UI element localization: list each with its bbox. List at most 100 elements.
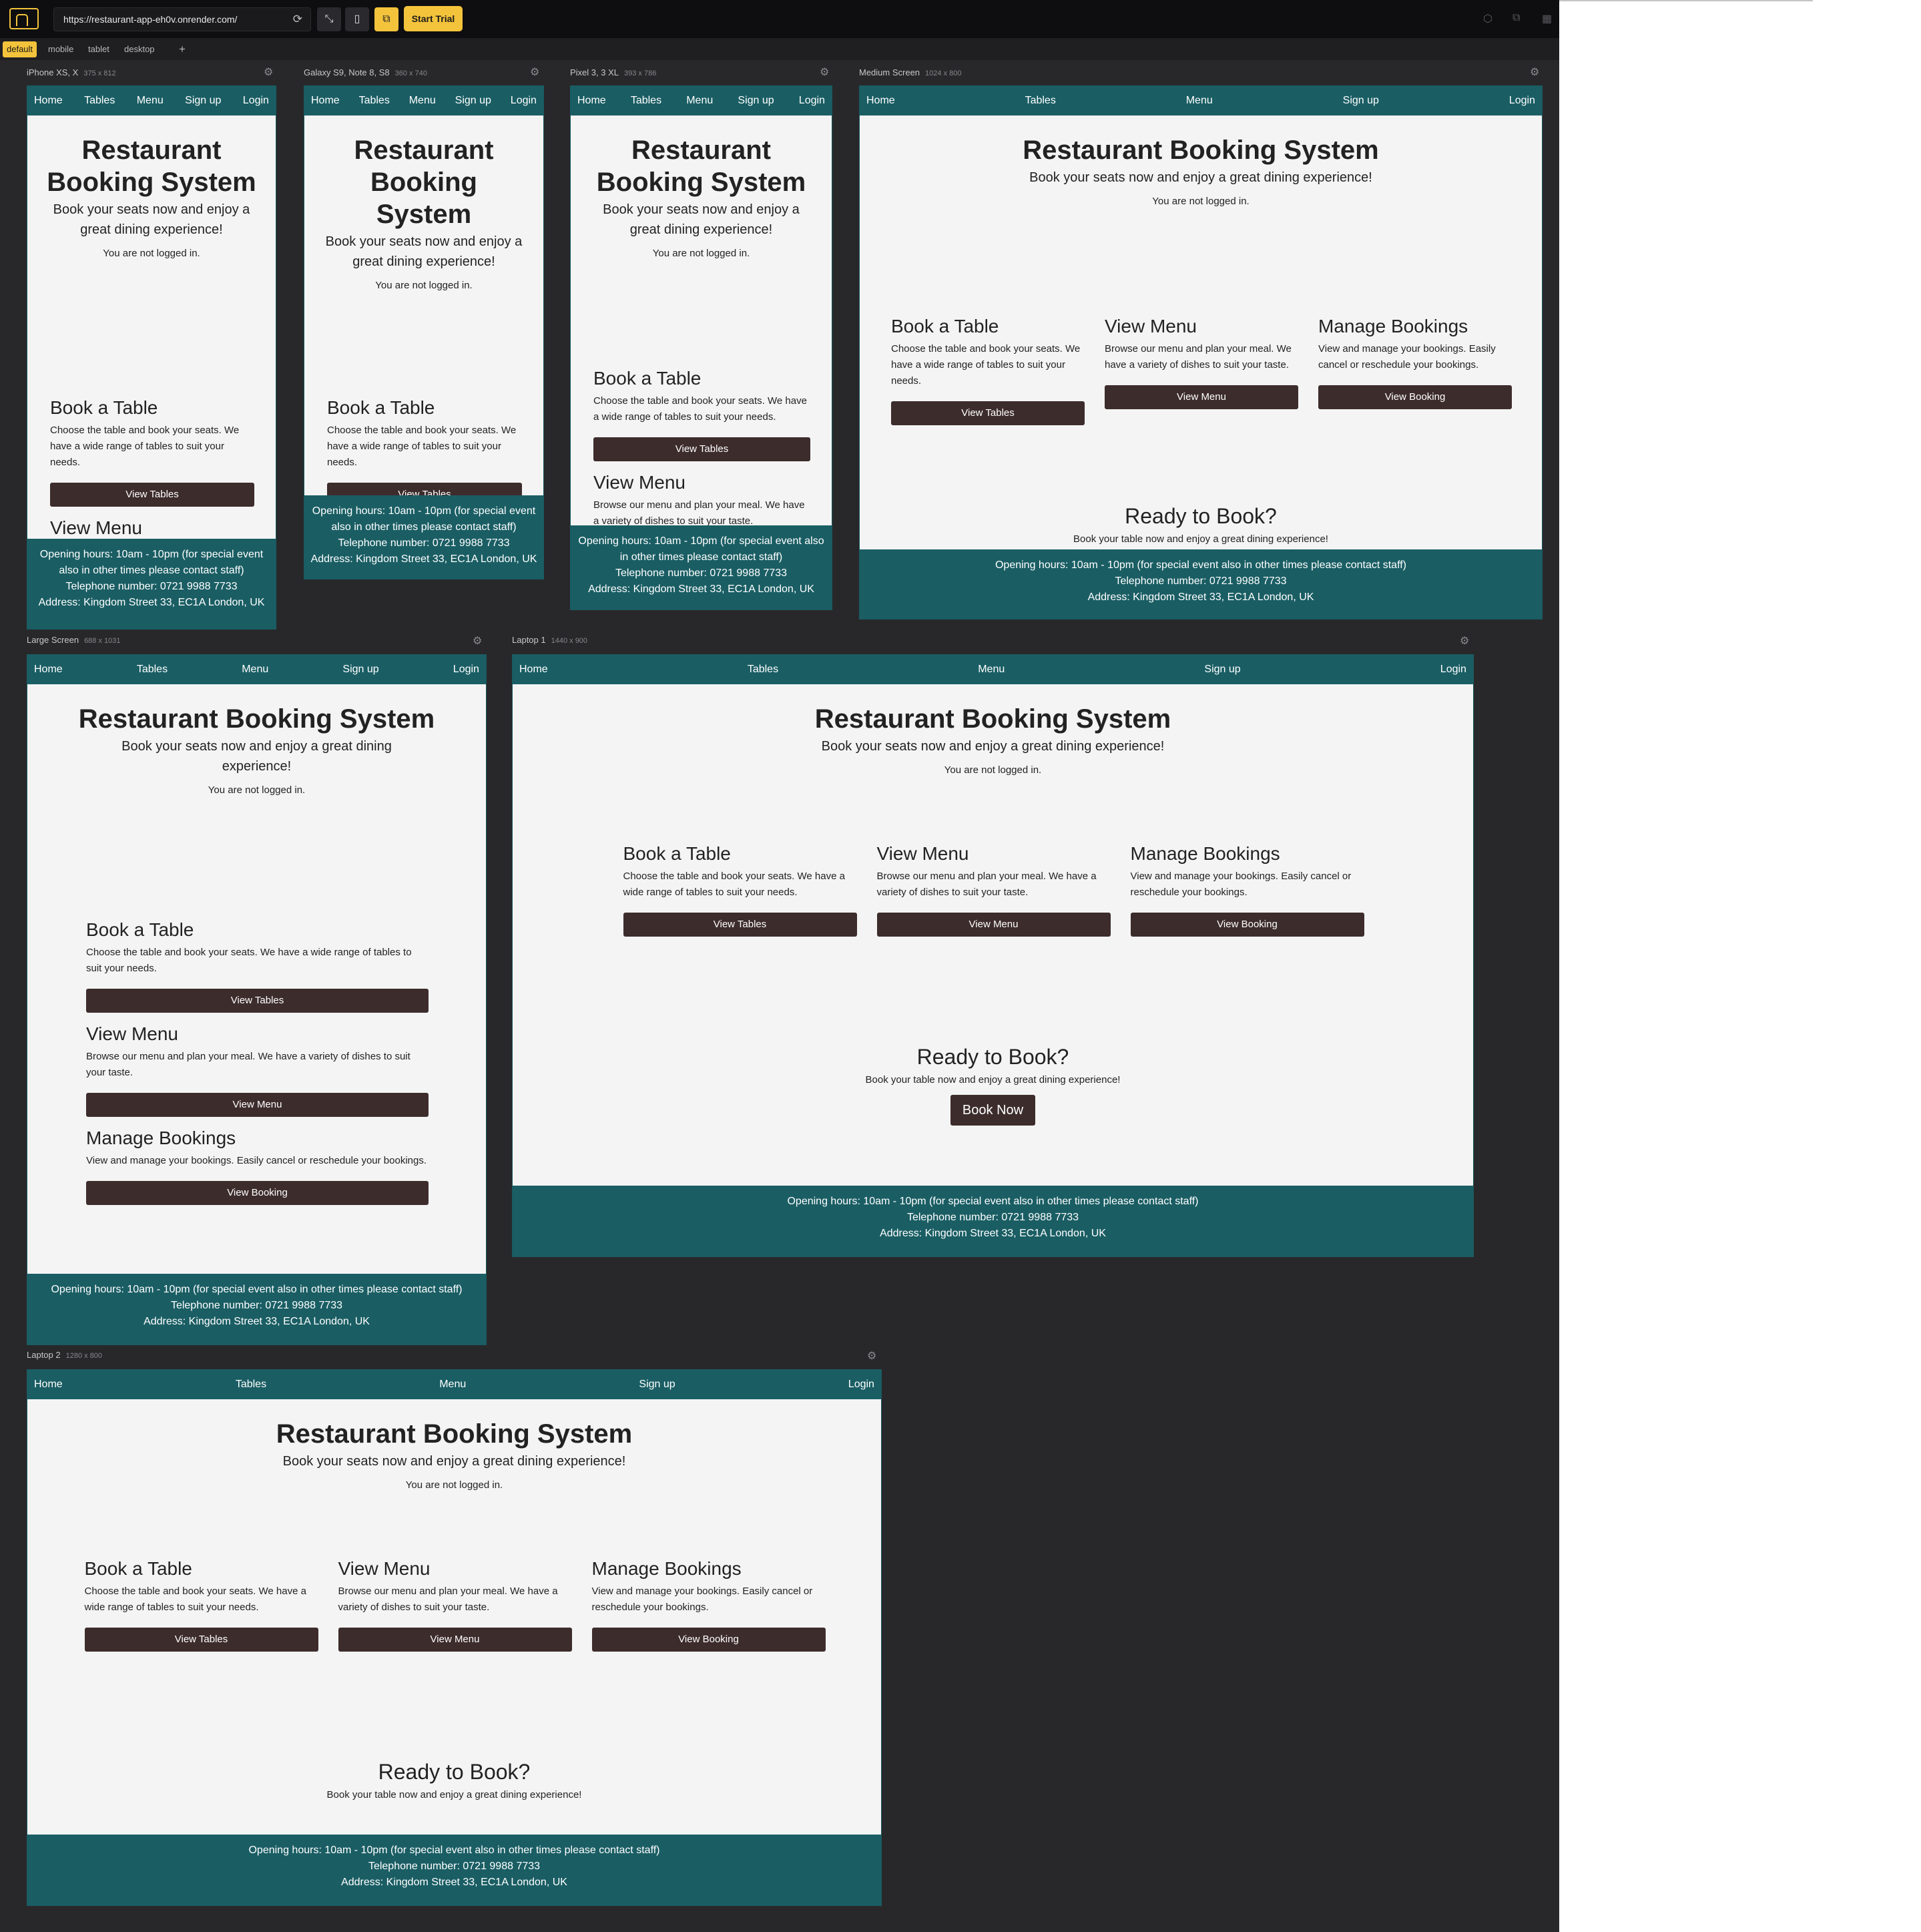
- nav-link[interactable]: Tables: [359, 95, 390, 107]
- nav-link[interactable]: Menu: [686, 95, 713, 107]
- card-button[interactable]: View Booking: [1130, 913, 1364, 937]
- gear-icon[interactable]: ⚙: [530, 65, 539, 79]
- gear-icon[interactable]: ⚙: [867, 1349, 876, 1363]
- mobile-icon[interactable]: ▯: [345, 7, 369, 31]
- start-trial-button[interactable]: Start Trial: [404, 6, 463, 31]
- tab-desktop[interactable]: desktop: [120, 41, 159, 57]
- footer-address: Address: Kingdom Street 33, EC1A London,…: [588, 583, 814, 595]
- card-button[interactable]: View Menu: [1105, 385, 1298, 409]
- nav-link[interactable]: Menu: [978, 664, 1005, 676]
- nav-link[interactable]: Sign up: [185, 95, 221, 107]
- card-text: Choose the table and book your seats. We…: [50, 425, 240, 468]
- home-logo-icon[interactable]: [9, 8, 39, 29]
- nav-link[interactable]: Tables: [631, 95, 661, 107]
- nav-link[interactable]: Menu: [242, 664, 268, 676]
- nav-link[interactable]: Menu: [439, 1379, 466, 1391]
- layers-icon[interactable]: ⧉: [1513, 12, 1520, 24]
- nav-link[interactable]: Menu: [137, 95, 164, 107]
- device-dimensions: 360 x 740: [394, 69, 427, 77]
- device-label: Pixel 3, 3 XL 393 x 786: [570, 67, 656, 77]
- nav-link[interactable]: Menu: [1186, 95, 1213, 107]
- responsive-icon[interactable]: ⧉: [374, 7, 398, 31]
- nav-link[interactable]: Tables: [137, 664, 168, 676]
- nav-link[interactable]: Login: [848, 1379, 874, 1391]
- card-button[interactable]: View Booking: [86, 1181, 429, 1205]
- nav-link[interactable]: Sign up: [455, 95, 491, 107]
- footer-address: Address: Kingdom Street 33, EC1A London,…: [341, 1877, 567, 1888]
- nav-link[interactable]: Home: [519, 664, 548, 676]
- nav-link[interactable]: Home: [34, 1379, 63, 1391]
- card-button[interactable]: View Tables: [86, 989, 429, 1013]
- nav-link[interactable]: Home: [34, 664, 63, 676]
- nav-link[interactable]: Login: [243, 95, 269, 107]
- nav-link[interactable]: Tables: [1025, 95, 1056, 107]
- gear-icon[interactable]: ⚙: [473, 634, 482, 648]
- card-button[interactable]: View Tables: [50, 483, 254, 507]
- page-subtitle: Book your seats now and enjoy a great di…: [603, 202, 800, 237]
- nav-link[interactable]: Sign up: [639, 1379, 675, 1391]
- site-nav: Home Tables Menu Sign up Login: [860, 86, 1542, 115]
- reload-icon[interactable]: ⟳: [293, 8, 302, 31]
- nav-link[interactable]: Home: [34, 95, 63, 107]
- page-subtitle: Book your seats now and enjoy a great di…: [325, 234, 523, 269]
- page-title: Restaurant Booking System: [354, 136, 494, 229]
- device-name: Medium Screen: [859, 67, 920, 77]
- tab-tablet[interactable]: tablet: [84, 41, 113, 57]
- device-label: Large Screen 688 x 1031: [27, 635, 121, 645]
- site-footer: Opening hours: 10am - 10pm (for special …: [27, 1835, 881, 1905]
- site-footer: Opening hours: 10am - 10pm (for special …: [860, 549, 1542, 619]
- nav-link[interactable]: Home: [311, 95, 340, 107]
- gear-icon[interactable]: ⚙: [264, 65, 273, 79]
- gear-icon[interactable]: ⚙: [820, 65, 829, 79]
- card-button[interactable]: View Booking: [1318, 385, 1512, 409]
- nav-link[interactable]: Login: [799, 95, 825, 107]
- nav-link[interactable]: Home: [577, 95, 606, 107]
- device-name: Large Screen: [27, 635, 79, 645]
- nav-link[interactable]: Login: [511, 95, 537, 107]
- nav-link[interactable]: Sign up: [342, 664, 378, 676]
- grid-icon[interactable]: ▦: [1542, 12, 1552, 25]
- ready-title: Ready to Book?: [916, 1045, 1069, 1069]
- card-button[interactable]: View Tables: [891, 401, 1085, 425]
- card-button[interactable]: View Tables: [84, 1628, 318, 1652]
- nav-link[interactable]: Sign up: [1343, 95, 1379, 107]
- gear-icon[interactable]: ⚙: [1530, 65, 1539, 79]
- nav-link[interactable]: Sign up: [738, 95, 774, 107]
- footer-hours: Opening hours: 10am - 10pm (for special …: [312, 505, 536, 533]
- login-status: You are not logged in.: [208, 784, 306, 796]
- cube-icon[interactable]: ⬡: [1483, 12, 1492, 25]
- nav-link[interactable]: Tables: [84, 95, 115, 107]
- card-button[interactable]: View Menu: [876, 913, 1111, 937]
- card-button[interactable]: View Menu: [338, 1628, 572, 1652]
- card-button[interactable]: View Tables: [593, 437, 810, 461]
- site-footer: Opening hours: 10am - 10pm (for special …: [304, 495, 543, 579]
- hero-section: Restaurant Booking System Book your seats…: [304, 134, 543, 291]
- feature-card: Manage Bookings View and manage your book…: [591, 1557, 826, 1652]
- nav-link[interactable]: Login: [1509, 95, 1535, 107]
- book-now-button[interactable]: Book Now: [950, 1095, 1036, 1126]
- nav-link[interactable]: Home: [866, 95, 895, 107]
- url-bar[interactable]: https://restaurant-app-eh0v.onrender.com…: [53, 7, 311, 31]
- nav-link[interactable]: Menu: [409, 95, 436, 107]
- card-button[interactable]: View Tables: [623, 913, 857, 937]
- add-tab-icon[interactable]: +: [175, 41, 190, 57]
- ready-section: Ready to Book? Book your table now and en…: [860, 503, 1542, 545]
- gear-icon[interactable]: ⚙: [1460, 634, 1469, 648]
- page-title: Restaurant Booking System: [276, 1419, 633, 1449]
- nav-link[interactable]: Tables: [748, 664, 778, 676]
- card-button[interactable]: View Menu: [86, 1093, 429, 1117]
- footer-phone: Telephone number: 0721 9988 7733: [906, 1212, 1079, 1223]
- footer-hours: Opening hours: 10am - 10pm (for special …: [578, 535, 824, 563]
- card-title: View Menu: [593, 472, 686, 493]
- nav-link[interactable]: Login: [1440, 664, 1466, 676]
- tab-mobile[interactable]: mobile: [44, 41, 77, 57]
- page-subtitle: Book your seats now and enjoy a great di…: [282, 1454, 626, 1469]
- nav-link[interactable]: Tables: [236, 1379, 266, 1391]
- hero-section: Restaurant Booking System Book your seats…: [27, 1418, 881, 1491]
- tab-default[interactable]: default: [3, 41, 37, 57]
- card-button[interactable]: View Booking: [591, 1628, 826, 1652]
- nav-link[interactable]: Login: [453, 664, 479, 676]
- site-footer: Opening hours: 10am - 10pm (for special …: [27, 1274, 486, 1345]
- dimensions-icon[interactable]: ⤡: [317, 7, 341, 31]
- nav-link[interactable]: Sign up: [1204, 664, 1240, 676]
